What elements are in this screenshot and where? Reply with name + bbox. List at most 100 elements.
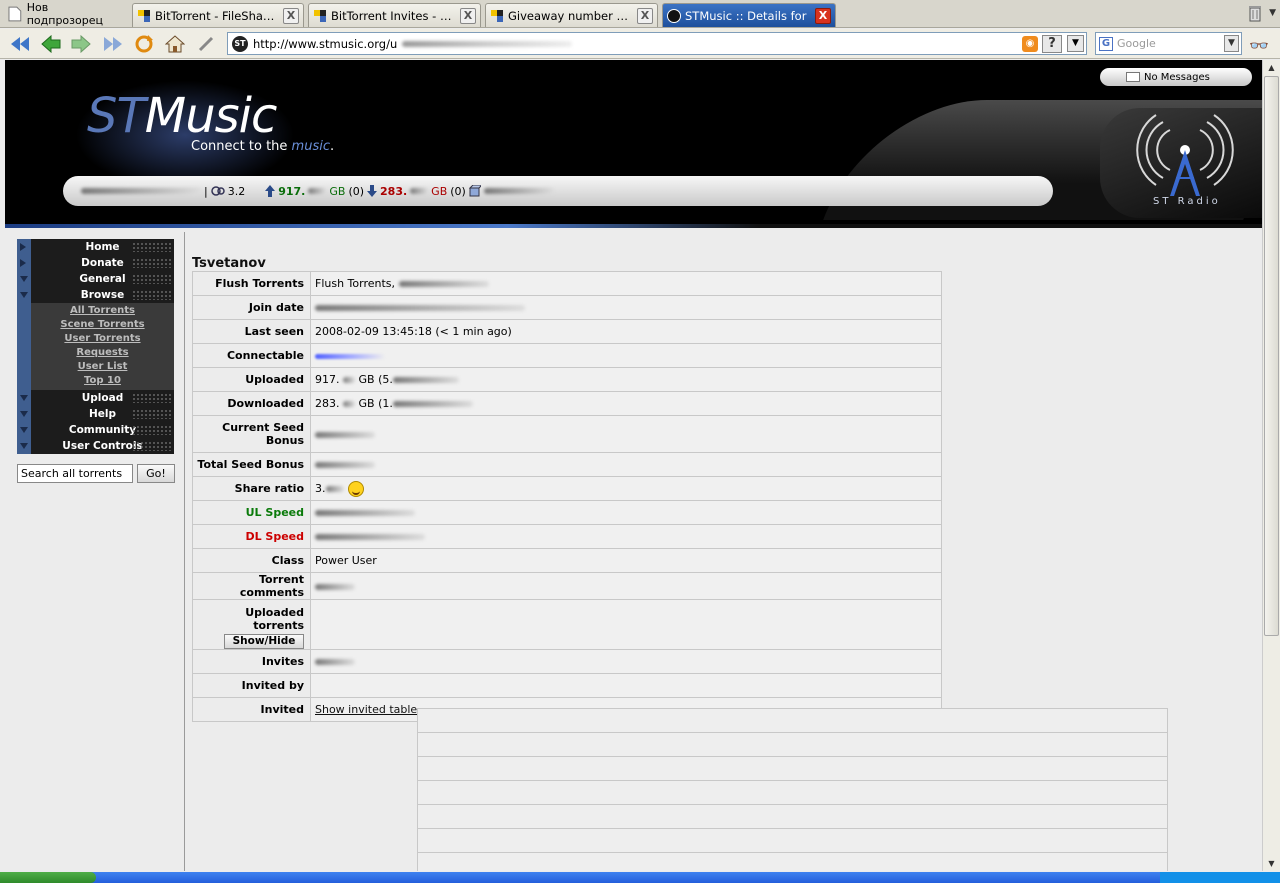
rewind-button[interactable] (7, 32, 33, 56)
downloaded-redacted (410, 188, 429, 194)
flush-value-text: Flush Torrents, (315, 277, 396, 290)
sidebar-item-label: Donate (81, 257, 124, 269)
ul-speed-value (310, 500, 942, 525)
box-icon (468, 185, 481, 197)
glasses-icon[interactable]: 👓 (1249, 36, 1269, 55)
close-icon[interactable]: X (815, 7, 831, 24)
system-tray (1160, 872, 1280, 883)
close-icon[interactable]: X (283, 7, 299, 24)
invites-value (310, 649, 942, 674)
submenu-user-list[interactable]: User List (31, 360, 174, 374)
value-redacted (315, 462, 375, 468)
tab-label: BitTorrent - FileSharing Talk (155, 8, 279, 23)
sidebar-item-browse[interactable]: Browse (17, 287, 174, 303)
dot-pattern (132, 258, 172, 268)
site-logo[interactable]: STMusic (87, 88, 277, 144)
collapse-arrow-icon (20, 427, 28, 433)
dot-pattern (132, 425, 172, 435)
sidebar-item-help[interactable]: Help (17, 406, 174, 422)
invited-table (417, 708, 1168, 871)
scroll-thumb[interactable] (1264, 76, 1279, 636)
fast-forward-icon (104, 37, 122, 51)
invited-by-value (310, 673, 942, 698)
row-label: Class (192, 548, 311, 573)
sidebar-item-upload[interactable]: Upload (17, 390, 174, 406)
torrent-search-input[interactable] (17, 464, 133, 483)
sidebar-item-user-controls[interactable]: User Controls (17, 438, 174, 454)
tagline-highlight: music (291, 139, 330, 154)
row-label: Current Seed Bonus (192, 415, 311, 453)
sidebar-item-general[interactable]: General (17, 271, 174, 287)
sidebar-item-label: Home (85, 241, 120, 253)
value-redacted (315, 305, 525, 311)
uploaded-redacted (308, 188, 327, 194)
table-row: Connectable (192, 343, 942, 368)
pen-button[interactable] (193, 32, 219, 56)
row-label: Connectable (192, 343, 311, 368)
submenu-all-torrents[interactable]: All Torrents (31, 304, 174, 318)
fast-forward-button[interactable] (100, 32, 126, 56)
table-row: Share ratio 3. (192, 476, 942, 501)
value-redacted (392, 377, 459, 383)
help-icon[interactable]: ? (1042, 35, 1062, 53)
sidebar-nav: Home Donate General Browse All Torrents … (17, 239, 174, 454)
collapse-arrow-icon (20, 411, 28, 417)
back-arrow-icon (41, 35, 61, 53)
sidebar-item-label: User Controls (62, 440, 143, 452)
ratio-icon (210, 186, 225, 196)
web-search-placeholder[interactable]: Google (1117, 37, 1156, 50)
tagline-pre: Connect to the (191, 139, 292, 154)
tab-giveaway[interactable]: Giveaway number 7 - Fil... X (485, 3, 658, 27)
sidebar-item-label: Browse (80, 289, 125, 301)
site-favicon-icon: ST (232, 35, 248, 52)
table-row (418, 733, 1167, 757)
page-icon (8, 6, 22, 22)
uploaded-unit: GB (329, 184, 346, 198)
scroll-down-icon[interactable]: ▼ (1263, 856, 1280, 871)
tab-bittorrent-talk[interactable]: BitTorrent - FileSharing Talk X (132, 3, 304, 27)
value-redacted (315, 431, 375, 438)
expand-arrow-icon (20, 259, 26, 267)
close-icon[interactable]: X (637, 7, 653, 24)
tab-list-chevron-icon[interactable]: ▼ (1269, 8, 1276, 18)
sidebar-item-donate[interactable]: Donate (17, 255, 174, 271)
reload-button[interactable] (131, 32, 157, 56)
web-search-bar[interactable]: G Google ▼ (1095, 32, 1242, 55)
table-row: Invited by (192, 673, 942, 698)
table-row: Uploaded 917. GB (5. (192, 367, 942, 392)
show-hide-button[interactable]: Show/Hide (224, 634, 304, 649)
submenu-top-10[interactable]: Top 10 (31, 374, 174, 388)
close-icon[interactable]: X (460, 7, 476, 24)
table-row: Torrent comments (192, 572, 942, 600)
new-tab-button[interactable]: Нов подпрозорец (4, 1, 126, 27)
start-button[interactable] (0, 872, 96, 883)
collapse-arrow-icon (20, 292, 28, 298)
messages-link[interactable]: No Messages (1100, 68, 1252, 86)
sidebar-item-home[interactable]: Home (17, 239, 174, 255)
forward-button[interactable] (68, 32, 94, 56)
url-text[interactable]: http://www.stmusic.org/u (253, 37, 397, 51)
torrent-search-form: Go! (17, 464, 175, 483)
google-icon: G (1099, 36, 1113, 51)
os-taskbar (0, 872, 1280, 883)
go-button[interactable]: Go! (137, 464, 175, 483)
header-accent-line (5, 224, 1262, 228)
collapse-arrow-icon (20, 395, 28, 401)
submenu-scene-torrents[interactable]: Scene Torrents (31, 318, 174, 332)
browse-submenu: All Torrents Scene Torrents User Torrent… (17, 303, 174, 390)
submenu-user-torrents[interactable]: User Torrents (31, 332, 174, 346)
scroll-up-icon[interactable]: ▲ (1263, 60, 1280, 75)
tab-bittorrent-invites[interactable]: BitTorrent Invites - FileS... X (308, 3, 481, 27)
trash-icon[interactable] (1248, 4, 1262, 22)
tab-stmusic-details[interactable]: STMusic :: Details for X (662, 3, 836, 27)
sidebar-item-community[interactable]: Community (17, 422, 174, 438)
show-invited-table-link[interactable]: Show invited table (315, 703, 417, 716)
vertical-scrollbar[interactable]: ▲ ▼ (1262, 60, 1280, 871)
home-button[interactable] (162, 32, 188, 56)
rss-feed-icon[interactable]: ◉ (1022, 36, 1038, 52)
back-button[interactable] (38, 32, 64, 56)
address-bar[interactable]: ST http://www.stmusic.org/u ◉ ? ▼ (227, 32, 1087, 55)
search-engine-chevron-icon[interactable]: ▼ (1224, 35, 1239, 52)
url-dropdown-chevron-icon[interactable]: ▼ (1067, 35, 1084, 52)
submenu-requests[interactable]: Requests (31, 346, 174, 360)
